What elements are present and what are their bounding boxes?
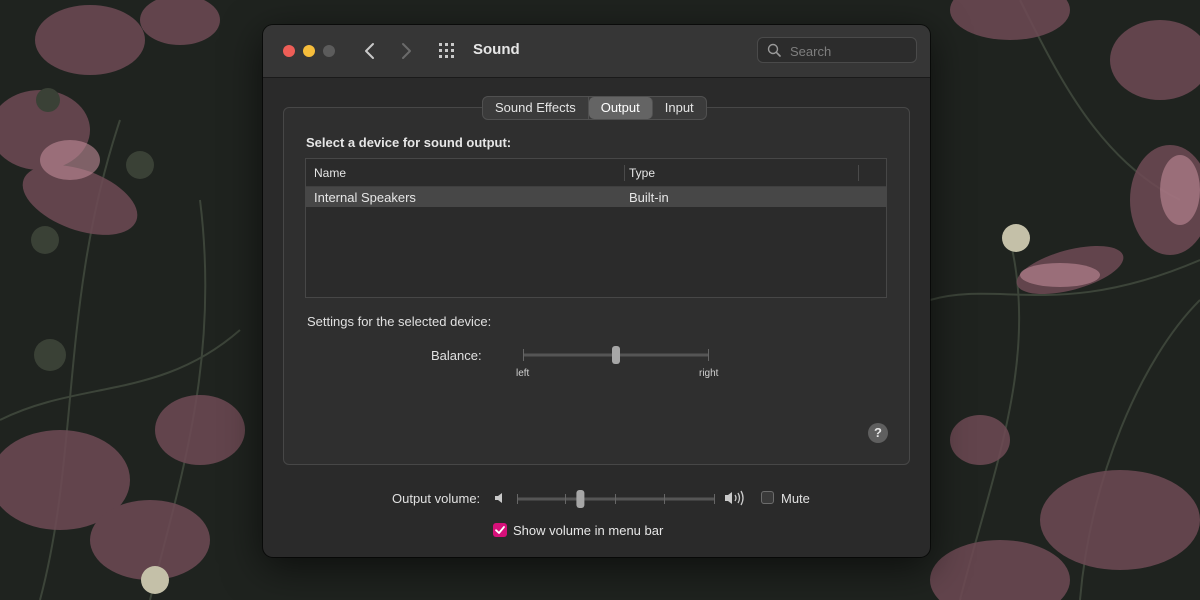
output-volume-slider-thumb[interactable]: [576, 490, 585, 508]
output-device-table: Name Type Internal Speakers Built-in: [305, 158, 887, 298]
show-volume-in-menubar-checkbox[interactable]: [493, 523, 507, 537]
tab-sound-effects[interactable]: Sound Effects: [483, 97, 589, 119]
window-title: Sound: [473, 41, 520, 58]
checkmark-icon: [495, 526, 505, 534]
close-window-button[interactable]: [283, 45, 295, 57]
balance-slider[interactable]: [519, 343, 719, 367]
tab-input[interactable]: Input: [653, 97, 706, 119]
search-icon: [767, 43, 781, 57]
speaker-high-icon: [725, 490, 744, 506]
mute-checkbox[interactable]: [761, 491, 774, 504]
table-header: Name Type: [306, 159, 886, 187]
output-volume-label: Output volume:: [392, 491, 481, 506]
balance-right-label: right: [699, 368, 719, 379]
chevron-right-icon[interactable]: [395, 39, 417, 63]
show-volume-in-menubar-label[interactable]: Show volume in menu bar: [513, 523, 663, 538]
grid-icon[interactable]: [438, 42, 456, 60]
column-separator[interactable]: [624, 165, 625, 181]
tab-bar: Sound Effects Output Input: [482, 96, 707, 120]
help-button[interactable]: ?: [868, 423, 888, 443]
column-separator[interactable]: [858, 165, 859, 181]
title-bar: Sound: [263, 25, 930, 78]
sound-preferences-window: Sound Sound Effects Output Input Select …: [263, 25, 930, 557]
chevron-left-icon[interactable]: [359, 39, 381, 63]
search-field[interactable]: [757, 37, 917, 63]
minimize-window-button[interactable]: [303, 45, 315, 57]
device-type: Built-in: [629, 190, 669, 205]
mute-label[interactable]: Mute: [781, 491, 810, 506]
device-settings-label: Settings for the selected device:: [307, 314, 492, 329]
table-row[interactable]: Internal Speakers Built-in: [306, 187, 886, 207]
column-header-type[interactable]: Type: [629, 166, 655, 180]
balance-slider-thumb[interactable]: [612, 346, 620, 364]
zoom-window-button[interactable]: [323, 45, 335, 57]
balance-label: Balance:: [431, 348, 482, 363]
speaker-low-icon: [495, 493, 502, 503]
output-device-heading: Select a device for sound output:: [306, 135, 512, 150]
column-header-name[interactable]: Name: [314, 166, 346, 180]
balance-left-label: left: [516, 368, 530, 379]
search-input[interactable]: [788, 40, 912, 62]
output-volume-slider[interactable]: [514, 487, 718, 511]
tab-output[interactable]: Output: [588, 97, 653, 119]
device-name: Internal Speakers: [314, 190, 416, 205]
